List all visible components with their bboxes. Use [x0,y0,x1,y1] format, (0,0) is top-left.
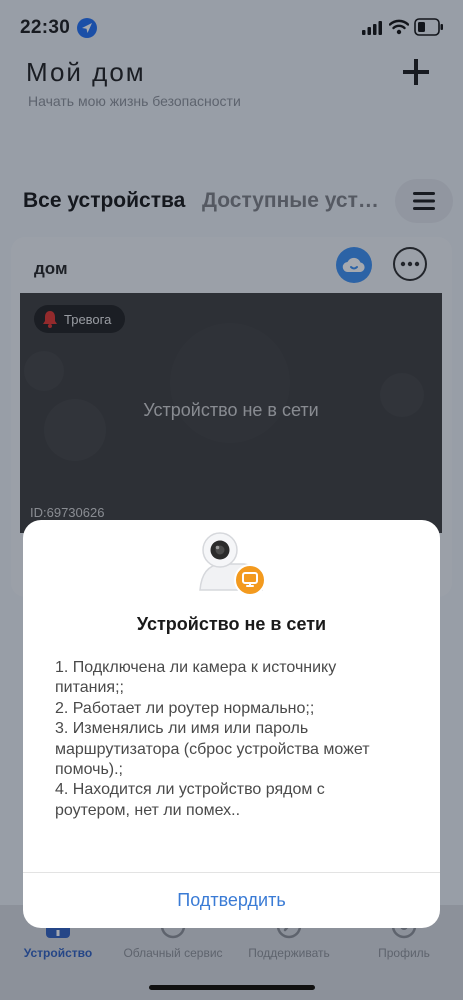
camera-offline-icon [199,532,266,596]
dialog-message: 1. Подключена ли камера к источнику пита… [55,659,370,819]
home-indicator [149,985,315,990]
confirm-button[interactable]: Подтвердить [23,873,440,928]
dialog-title: Устройство не в сети [136,614,327,634]
